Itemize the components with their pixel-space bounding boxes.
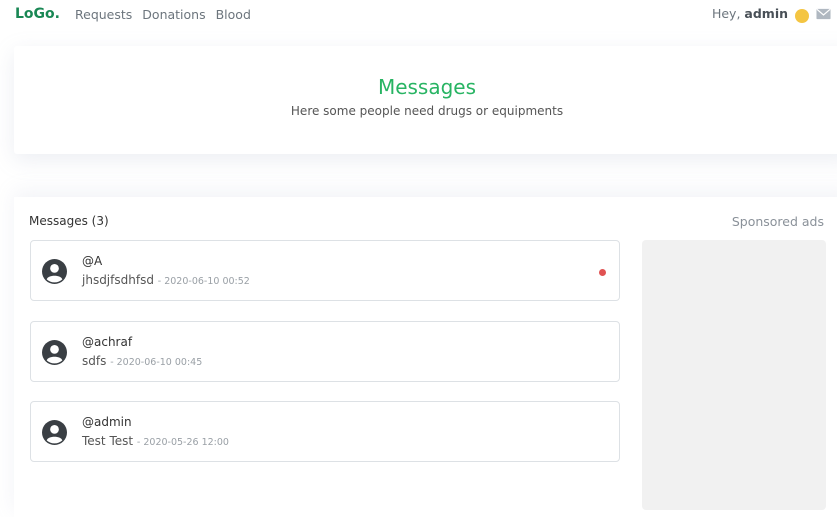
- greeting: Hey, admin: [712, 6, 788, 21]
- message-item[interactable]: @admin Test Test - 2020-05-26 12:00: [30, 401, 620, 462]
- nav-links: Requests Donations Blood: [75, 7, 251, 22]
- message-username: @achraf: [82, 335, 133, 349]
- unread-indicator: [599, 269, 606, 276]
- message-date: - 2020-06-10 00:45: [110, 357, 203, 368]
- message-text: jhsdjfsdhfsd: [82, 273, 154, 287]
- messages-count-title: Messages (3): [29, 214, 109, 228]
- user-avatar-icon: [42, 340, 67, 365]
- nav-link-blood[interactable]: Blood: [216, 7, 251, 22]
- message-preview: Test Test - 2020-05-26 12:00: [82, 434, 229, 448]
- message-username: @A: [82, 254, 103, 268]
- message-username: @admin: [82, 415, 132, 429]
- message-preview: jhsdjfsdhfsd - 2020-06-10 00:52: [82, 273, 250, 287]
- sponsored-ads-title: Sponsored ads: [731, 214, 824, 229]
- message-date: - 2020-06-10 00:52: [157, 276, 250, 287]
- message-text: Test Test: [82, 434, 134, 448]
- page-header: Messages Here some people need drugs or …: [14, 46, 837, 154]
- username: admin: [744, 6, 788, 21]
- navbar: LoGo. Requests Donations Blood Hey, admi…: [0, 0, 837, 30]
- waving-hand-icon: [795, 8, 809, 23]
- message-item[interactable]: @A jhsdjfsdhfsd - 2020-06-10 00:52: [30, 240, 620, 301]
- user-avatar-icon: [42, 259, 67, 284]
- message-preview: sdfs - 2020-06-10 00:45: [82, 354, 202, 368]
- message-item[interactable]: @achraf sdfs - 2020-06-10 00:45: [30, 321, 620, 382]
- page-title: Messages: [377, 75, 477, 99]
- sponsored-ads-panel[interactable]: [642, 240, 826, 510]
- page-subtitle: Here some people need drugs or equipment…: [290, 104, 564, 118]
- message-text: sdfs: [82, 354, 107, 368]
- messages-section: Messages (3) Sponsored ads @A jhsdjfsdhf…: [14, 197, 837, 517]
- logo[interactable]: LoGo.: [15, 6, 60, 22]
- user-menu[interactable]: Hey, admin: [712, 6, 831, 23]
- greeting-prefix: Hey,: [711, 6, 741, 21]
- user-avatar-icon: [42, 420, 67, 445]
- nav-link-requests[interactable]: Requests: [75, 7, 132, 22]
- nav-link-donations[interactable]: Donations: [142, 7, 205, 22]
- message-date: - 2020-05-26 12:00: [136, 437, 229, 448]
- envelope-icon[interactable]: [816, 8, 831, 20]
